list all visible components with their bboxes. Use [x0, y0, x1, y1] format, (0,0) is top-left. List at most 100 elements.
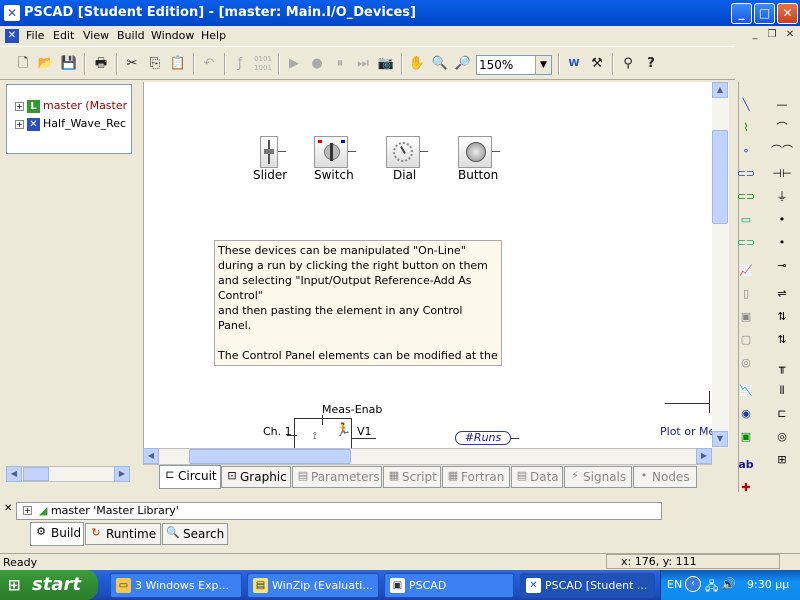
- canvas-vertical-scrollbar[interactable]: ▲ ▼: [712, 82, 729, 448]
- switch-device[interactable]: [314, 136, 348, 168]
- dot-icon[interactable]: •: [771, 232, 793, 254]
- scroll-thumb[interactable]: [712, 130, 728, 224]
- meter-icon[interactable]: ▢: [735, 329, 757, 351]
- pan-hand-icon[interactable]: ✋: [406, 53, 428, 75]
- scroll-right-icon[interactable]: ▶: [696, 448, 712, 464]
- help-icon[interactable]: ?: [640, 53, 662, 75]
- menu-build[interactable]: Build: [117, 29, 145, 42]
- clock[interactable]: 9:30 μμ: [747, 578, 789, 591]
- run-icon[interactable]: ▶: [283, 53, 305, 75]
- ea-icon[interactable]: ⇅: [771, 306, 793, 328]
- maximize-button[interactable]: □: [754, 3, 775, 24]
- language-indicator[interactable]: EN: [667, 578, 682, 591]
- snapshot-icon[interactable]: 📷: [375, 53, 397, 75]
- breaker-icon[interactable]: ⌇: [735, 117, 757, 139]
- scroll-thumb[interactable]: [189, 449, 351, 464]
- document-icon[interactable]: ✕: [5, 29, 19, 43]
- tree-horizontal-scrollbar[interactable]: ◀ ▶: [6, 466, 130, 482]
- control-icon[interactable]: ▣: [735, 306, 757, 328]
- node-icon[interactable]: ∘: [735, 140, 757, 162]
- binary-icon[interactable]: 0101 1001: [252, 53, 274, 75]
- plot-icon[interactable]: 📉: [735, 380, 757, 402]
- tag-icon[interactable]: ⊂⊃: [735, 232, 757, 254]
- menu-view[interactable]: View: [83, 29, 109, 42]
- coil-icon[interactable]: ⌒⌒: [771, 140, 793, 162]
- canvas-horizontal-scrollbar[interactable]: ◀ ▶: [143, 448, 712, 465]
- task-windows-explorer[interactable]: ▭ 3 Windows Exp...: [110, 573, 242, 598]
- title-bar[interactable]: ✕ PSCAD [Student Edition] - [master: Mai…: [0, 0, 800, 26]
- tree-item-half-wave-rec[interactable]: + ✕ Half_Wave_Rec: [15, 117, 131, 133]
- text-label-icon[interactable]: ab: [735, 454, 757, 476]
- menu-window[interactable]: Window: [151, 29, 194, 42]
- tab-nodes[interactable]: • Nodes: [633, 466, 697, 488]
- panel-icon[interactable]: ▯: [735, 283, 757, 305]
- tab-script[interactable]: ▦ Script: [383, 466, 441, 488]
- runs-label[interactable]: #Runs: [455, 431, 511, 445]
- slider-device[interactable]: [260, 136, 278, 168]
- zoom-in-icon[interactable]: 🔍: [429, 53, 451, 75]
- tab-runtime[interactable]: ↻ Runtime: [85, 523, 161, 545]
- wire-icon[interactable]: ╲: [735, 94, 757, 116]
- scope-icon[interactable]: ◉: [735, 403, 757, 425]
- close-button[interactable]: ✕: [777, 3, 798, 24]
- annotation-note[interactable]: These devices can be manipulated "On-Lin…: [214, 240, 502, 366]
- zoom-select[interactable]: 150% ▼: [476, 55, 552, 75]
- save-icon[interactable]: 💾: [58, 53, 80, 75]
- mdi-restore-button[interactable]: ❐: [765, 28, 779, 42]
- pscad-app-icon[interactable]: ✕: [4, 5, 20, 21]
- print-icon[interactable]: 🖶: [90, 53, 112, 75]
- menu-help[interactable]: Help: [201, 29, 226, 42]
- line-icon[interactable]: —: [771, 94, 793, 116]
- junction-icon[interactable]: •: [771, 209, 793, 231]
- bus-icon[interactable]: ⊂⊃: [735, 163, 757, 185]
- multimeter-block[interactable]: ⟟ 🏃: [294, 418, 352, 448]
- datalabel-icon[interactable]: ▭: [735, 209, 757, 231]
- wire-mode-icon[interactable]: W: [563, 53, 585, 75]
- mdi-minimize-button[interactable]: _: [748, 28, 762, 42]
- target-icon[interactable]: ◎: [771, 426, 793, 448]
- scroll-left-icon[interactable]: ◀: [6, 466, 22, 482]
- expand-icon[interactable]: +: [15, 101, 24, 111]
- source-icon[interactable]: ⊸: [771, 255, 793, 277]
- ground-icon[interactable]: ⏚: [771, 186, 793, 208]
- expand-icon[interactable]: +: [23, 506, 32, 515]
- tab-search[interactable]: 🔍 Search: [162, 523, 228, 545]
- marker-icon[interactable]: ✚: [735, 477, 757, 499]
- chevron-left-icon[interactable]: ‹: [685, 576, 701, 592]
- eb-icon[interactable]: ⇅: [771, 329, 793, 351]
- output-tree[interactable]: + ◢ master 'Master Library': [16, 502, 662, 520]
- task-winzip[interactable]: ▤ WinZip (Evaluati...: [247, 573, 379, 598]
- menu-file[interactable]: File: [26, 29, 44, 42]
- tab-fortran[interactable]: ▦ Fortran: [442, 466, 510, 488]
- tab-parameters[interactable]: ▤ Parameters: [292, 466, 382, 488]
- tab-circuit[interactable]: ⊏ Circuit: [159, 465, 221, 489]
- volume-icon[interactable]: 🔊: [721, 577, 736, 591]
- cut-icon[interactable]: ✂: [121, 53, 143, 75]
- scroll-right-icon[interactable]: ▶: [114, 466, 130, 482]
- mdi-close-button[interactable]: ✕: [783, 28, 797, 42]
- close-icon[interactable]: ✕: [4, 503, 12, 514]
- scroll-thumb[interactable]: [23, 467, 49, 481]
- paste-icon[interactable]: 📋: [167, 53, 189, 75]
- button-device[interactable]: [458, 136, 492, 168]
- tree-item-master[interactable]: + Lmaster (Master L: [15, 99, 131, 115]
- expand-icon[interactable]: +: [15, 119, 24, 129]
- open-folder-icon[interactable]: 📂: [35, 53, 57, 75]
- pause-icon[interactable]: ⏸: [329, 53, 351, 75]
- capacitor-icon[interactable]: ⊣⊢: [771, 163, 793, 185]
- cable-icon[interactable]: ⊏: [771, 403, 793, 425]
- undo-icon[interactable]: ↶: [198, 53, 220, 75]
- graph-icon[interactable]: 📈: [735, 260, 757, 282]
- network-icon[interactable]: 🖧: [705, 577, 718, 598]
- chevron-down-icon[interactable]: ▼: [535, 56, 551, 74]
- scroll-left-icon[interactable]: ◀: [143, 448, 159, 464]
- tools-icon[interactable]: ⚒: [586, 53, 608, 75]
- dc-line-icon[interactable]: ⫴: [771, 380, 793, 402]
- inductor-icon[interactable]: ⌒: [771, 117, 793, 139]
- tab-signals[interactable]: ⚡ Signals: [564, 466, 632, 488]
- function-icon[interactable]: ƒ: [229, 53, 251, 75]
- new-file-icon[interactable]: 🗋: [12, 53, 34, 75]
- scroll-down-icon[interactable]: ▼: [712, 431, 728, 447]
- tab-build[interactable]: ⚙ Build: [30, 522, 84, 546]
- stop-icon[interactable]: ●: [306, 53, 328, 75]
